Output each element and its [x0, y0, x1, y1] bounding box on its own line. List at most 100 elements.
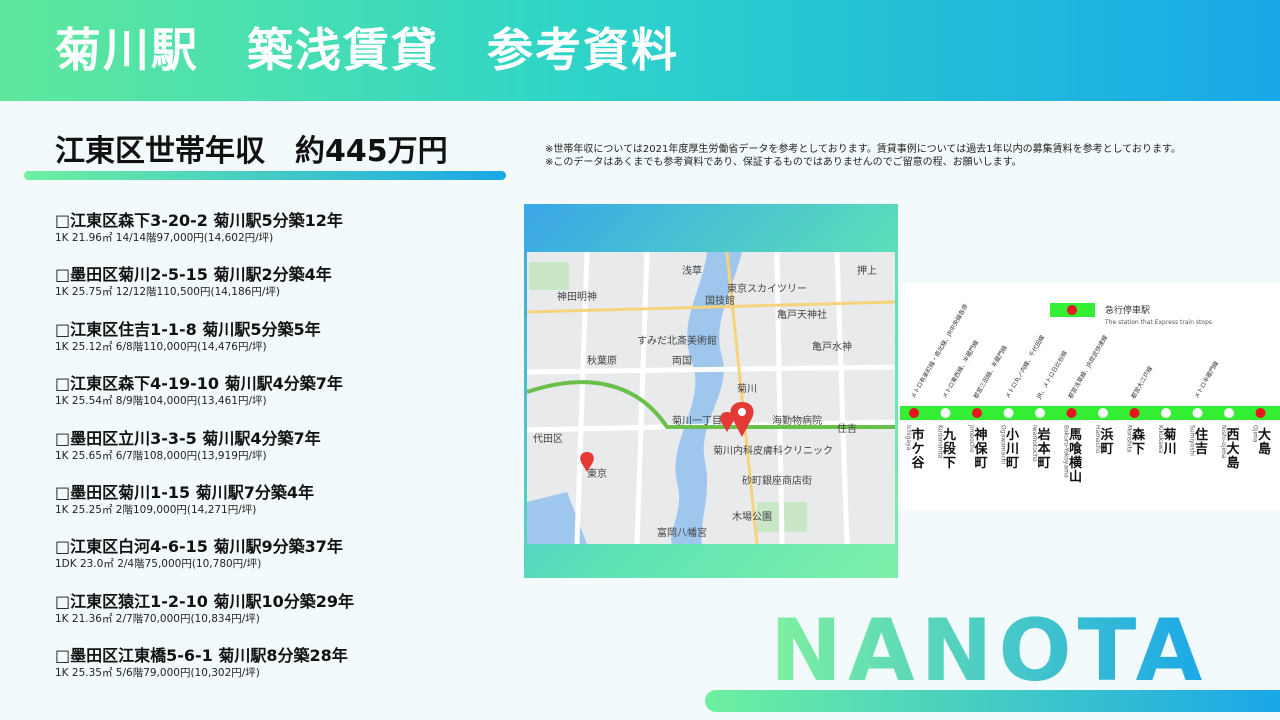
map-label: 秋葉原: [587, 354, 617, 367]
route-diagram: 急行停車駅 The station that Express train stop…: [900, 283, 1280, 511]
list-item: □江東区白河4-6-15 菊川駅9分築37年 1DK 23.0㎡ 2/4階75,…: [55, 536, 525, 590]
income-heading: 江東区世帯年収 約445万円: [55, 134, 448, 169]
income-underline: [24, 171, 506, 180]
transfer-label: メトロ半蔵門線: [1192, 360, 1220, 400]
station-name: 川: [1005, 442, 1019, 457]
station-dot: [1129, 408, 1140, 418]
list-item: □江東区猿江1-2-10 菊川駅10分築29年 1K 21.36㎡ 2/7階70…: [55, 591, 525, 645]
listing-detail: 1K 25.54㎡ 8/9階104,000円(13,461円/坪): [55, 395, 267, 408]
listing-detail: 1K 25.35㎡ 5/6階79,000円(10,302円/坪): [55, 667, 260, 680]
transfer-label: 都営浅草線、JR総武快速線: [1066, 334, 1109, 400]
map-label: 菊川: [737, 383, 757, 395]
station-name: 本: [1037, 441, 1050, 457]
transfer-label: 都営三田線、半蔵門線: [972, 344, 1009, 400]
station-name: 町: [974, 456, 987, 471]
station-dot: [1003, 408, 1014, 418]
listing-title: □墨田区立川3-3-5 菊川駅4分築7年: [55, 428, 321, 448]
station-name: 住: [1195, 427, 1208, 443]
route-line: [900, 406, 1280, 420]
list-item: □墨田区江東橋5-6-1 菊川駅8分築28年 1K 25.35㎡ 5/6階79,…: [55, 645, 525, 699]
station-name: 山: [1069, 469, 1082, 485]
station-name: 菊: [1163, 427, 1176, 443]
list-item: □墨田区菊川1-15 菊川駅7分築4年 1K 25.25㎡ 2階109,000円…: [55, 482, 525, 536]
area-map[interactable]: 浅草 押上 国技館 東京スカイツリー 亀戸天神社 すみだ北斎美術館 両国 亀戸水…: [527, 252, 895, 544]
station-name: 吉: [1195, 442, 1208, 457]
listing-title: □江東区白河4-6-15 菊川駅9分築37年: [55, 537, 343, 557]
transfer-label: JR、メトロ日比谷線: [1034, 349, 1068, 401]
transfer-label: 都営大江戸線: [1129, 365, 1154, 400]
logo-svg: NANOTA: [770, 601, 1208, 701]
listing-title: □江東区住吉1-1-8 菊川駅5分築5年: [55, 319, 321, 339]
station-dot: [1035, 408, 1045, 418]
map-label: 富岡八幡宮: [657, 526, 707, 539]
listing-title: □江東区森下3-20-2 菊川駅5分築12年: [55, 211, 343, 230]
map-label: 両国: [672, 355, 692, 367]
station-name: 町: [1037, 456, 1050, 471]
station-dot: [1098, 408, 1108, 418]
legend-label-en: The station that Express train stops: [1104, 319, 1212, 326]
route-canvas: 急行停車駅 The station that Express train stop…: [900, 303, 1280, 485]
station-name: 町: [1100, 442, 1113, 457]
station-dot: [1161, 408, 1171, 418]
station-name: 川: [1162, 442, 1176, 457]
map-label: 菊川内科皮膚科クリニック: [713, 444, 833, 457]
station-name: ケ: [911, 442, 924, 457]
legend-dot: [1067, 305, 1077, 315]
map-label: 浅草: [682, 264, 702, 277]
map-label: 木場公園: [732, 510, 772, 523]
station-name: 島: [1226, 455, 1239, 471]
map-label: すみだ北斎美術館: [637, 334, 717, 347]
station-name: 下: [1132, 442, 1145, 457]
station-dot: [1224, 408, 1234, 418]
transfer-label: メトロ東西線、半蔵門線: [940, 339, 980, 400]
map-label: 東京スカイツリー: [727, 282, 807, 295]
station-name: 市: [911, 427, 924, 443]
logo-underline: [705, 690, 1280, 712]
map-label: 海勤物病院: [772, 414, 822, 427]
station-dot: [1192, 408, 1203, 418]
header-banner: 菊川駅 築浅賃貸 参考資料: [0, 0, 1280, 101]
listing-title: □墨田区菊川2-5-15 菊川駅2分築4年: [55, 265, 332, 285]
transfer-label: メトロ有楽町線・南北線、JR中央線各停: [909, 303, 970, 400]
station-dot: [1066, 408, 1077, 418]
station-name: 下: [943, 456, 956, 471]
station-name: 段: [943, 441, 956, 457]
map-label: 国技館: [705, 294, 735, 307]
legend-label: 急行停車駅: [1105, 304, 1150, 316]
logo-text: NANOTA: [770, 601, 1208, 690]
station-name: 馬: [1069, 428, 1082, 443]
listing-title: □江東区森下4-19-10 菊川駅4分築7年: [55, 374, 343, 394]
map-canvas: 浅草 押上 国技館 東京スカイツリー 亀戸天神社 すみだ北斎美術館 両国 亀戸水…: [527, 252, 895, 544]
listing-title: □江東区猿江1-2-10 菊川駅10分築29年: [55, 591, 355, 611]
station-name: 町: [1006, 456, 1019, 471]
station-name: 島: [1258, 441, 1271, 457]
listing-detail: 1K 25.12㎡ 6/8階110,000円(14,476円/坪): [55, 340, 267, 353]
listing-detail: 1DK 23.0㎡ 2/4階75,000円(10,780円/坪): [55, 558, 262, 571]
notes: ※世帯年収については2021年度厚生労働省データを参考としております。賃貸事例に…: [545, 143, 1181, 169]
station-name: 小: [1006, 428, 1019, 443]
map-label: 亀戸天神社: [777, 308, 827, 321]
map-label: 菊川一丁目: [672, 415, 722, 427]
station-name: 西: [1226, 428, 1239, 443]
station-name: 大: [1226, 441, 1239, 457]
map-label: 住吉: [837, 422, 857, 435]
listing-title: □墨田区菊川1-15 菊川駅7分築4年: [55, 482, 314, 502]
list-item: □墨田区菊川2-5-15 菊川駅2分築4年 1K 25.75㎡ 12/12階11…: [55, 264, 525, 318]
listing-title: □墨田区江東橋5-6-1 菊川駅8分築28年: [55, 646, 348, 666]
list-item: □江東区住吉1-1-8 菊川駅5分築5年 1K 25.12㎡ 6/8階110,0…: [55, 319, 525, 373]
map-label: 神田明神: [557, 290, 597, 303]
station-name: 大: [1258, 427, 1271, 443]
rental-listings: □江東区森下3-20-2 菊川駅5分築12年 1K 21.96㎡ 14/14階9…: [55, 210, 525, 700]
note-line: ※世帯年収については2021年度厚生労働省データを参考としております。賃貸事例に…: [545, 144, 1181, 155]
station-name: 横: [1069, 455, 1083, 471]
map-label: 代田区: [533, 433, 563, 445]
station-dot: [972, 408, 982, 418]
list-item: □墨田区立川3-3-5 菊川駅4分築7年 1K 25.65㎡ 6/7階108,0…: [55, 428, 525, 482]
station-name: 神: [974, 427, 987, 443]
listing-detail: 1K 21.96㎡ 14/14階97,000円(14,602円/坪): [55, 232, 274, 244]
station-name: 谷: [911, 455, 925, 471]
listing-detail: 1K 25.75㎡ 12/12階110,500円(14,186円/坪): [55, 286, 280, 299]
station-name: 保: [973, 441, 988, 457]
station-name: 岩: [1036, 427, 1050, 443]
nanota-logo: NANOTA: [770, 600, 1210, 701]
